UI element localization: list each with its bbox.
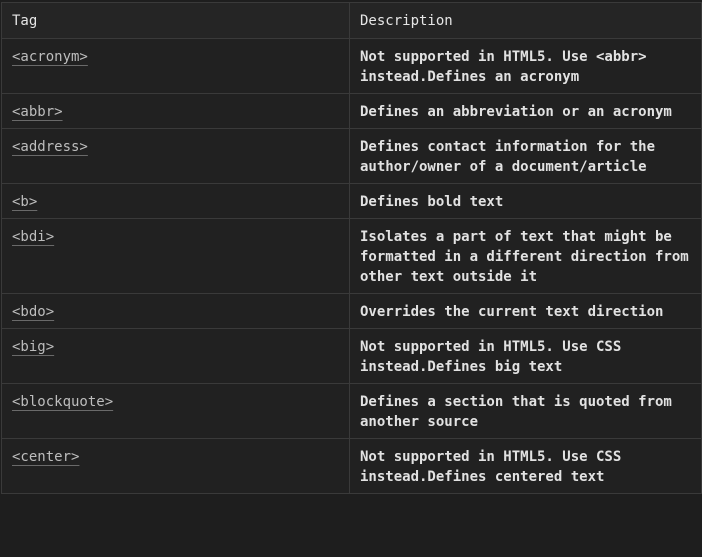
column-header-tag: Tag (1, 2, 350, 39)
tag-link-abbr[interactable]: <abbr> (12, 104, 63, 120)
description-cell: Not supported in HTML5. Use CSS instead.… (349, 438, 702, 494)
description-cell: Not supported in HTML5. Use CSS instead.… (349, 328, 702, 384)
tag-cell: <center> (1, 438, 350, 494)
table-row: <bdo> Overrides the current text directi… (1, 293, 702, 329)
description-cell: Not supported in HTML5. Use <abbr> inste… (349, 38, 702, 94)
tag-link-b[interactable]: <b> (12, 194, 37, 210)
tag-link-center[interactable]: <center> (12, 449, 79, 465)
tag-cell: <bdo> (1, 293, 350, 329)
description-cell: Defines an abbreviation or an acronym (349, 93, 702, 129)
table-row: <b> Defines bold text (1, 183, 702, 219)
description-cell: Overrides the current text direction (349, 293, 702, 329)
description-cell: Defines a section that is quoted from an… (349, 383, 702, 439)
tag-cell: <b> (1, 183, 350, 219)
tag-cell: <address> (1, 128, 350, 184)
description-cell: Defines contact information for the auth… (349, 128, 702, 184)
tag-cell: <bdi> (1, 218, 350, 294)
description-cell: Defines bold text (349, 183, 702, 219)
column-header-description: Description (349, 2, 702, 39)
tags-table-container: Tag Description <acronym> Not supported … (1, 2, 702, 494)
tag-cell: <blockquote> (1, 383, 350, 439)
tag-link-bdo[interactable]: <bdo> (12, 304, 54, 320)
tag-link-big[interactable]: <big> (12, 339, 54, 355)
tag-link-bdi[interactable]: <bdi> (12, 229, 54, 245)
table-row: <big> Not supported in HTML5. Use CSS in… (1, 328, 702, 384)
table-row: <center> Not supported in HTML5. Use CSS… (1, 438, 702, 494)
table-row: <acronym> Not supported in HTML5. Use <a… (1, 38, 702, 94)
tag-cell: <acronym> (1, 38, 350, 94)
tag-cell: <big> (1, 328, 350, 384)
table-row: <blockquote> Defines a section that is q… (1, 383, 702, 439)
table-row: <abbr> Defines an abbreviation or an acr… (1, 93, 702, 129)
tag-cell: <abbr> (1, 93, 350, 129)
table-row: <bdi> Isolates a part of text that might… (1, 218, 702, 294)
table-row: <address> Defines contact information fo… (1, 128, 702, 184)
tag-link-address[interactable]: <address> (12, 139, 88, 155)
html-tags-table: Tag Description <acronym> Not supported … (1, 2, 702, 494)
tag-link-blockquote[interactable]: <blockquote> (12, 394, 113, 410)
table-header-row: Tag Description (1, 2, 702, 39)
description-cell: Isolates a part of text that might be fo… (349, 218, 702, 294)
tag-link-acronym[interactable]: <acronym> (12, 49, 88, 65)
